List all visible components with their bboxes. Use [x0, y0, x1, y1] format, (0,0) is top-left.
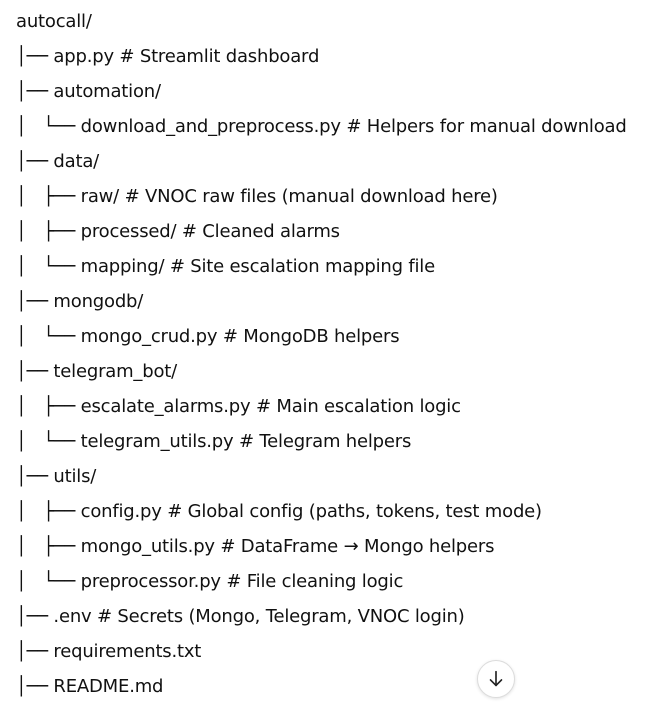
tree-line-mongo-utils: │ ├── mongo_utils.py # DataFrame → Mongo… [16, 536, 495, 557]
tree-line-mapping: │ └── mapping/ # Site escalation mapping… [16, 256, 435, 277]
arrow-down-icon [489, 670, 503, 687]
scroll-to-bottom-button[interactable] [477, 660, 515, 698]
tree-line-utils: │── utils/ [16, 466, 97, 487]
tree-line-telegram-bot: │── telegram_bot/ [16, 361, 177, 382]
tree-line-requirements: │── requirements.txt [16, 641, 202, 662]
tree-line-app-py: │── app.py # Streamlit dashboard [16, 46, 320, 67]
tree-line-env: │── .env # Secrets (Mongo, Telegram, VNO… [16, 606, 465, 627]
tree-line-automation: │── automation/ [16, 81, 161, 102]
tree-line-raw: │ ├── raw/ # VNOC raw files (manual down… [16, 186, 498, 207]
tree-line-escalate-alarms: │ ├── escalate_alarms.py # Main escalati… [16, 396, 461, 417]
tree-line-download-and-preprocess: │ └── download_and_preprocess.py # Helpe… [16, 116, 627, 137]
file-tree: autocall/ │── app.py # Streamlit dashboa… [16, 4, 646, 704]
tree-line-data: │── data/ [16, 151, 100, 172]
tree-line-telegram-utils: │ └── telegram_utils.py # Telegram helpe… [16, 431, 412, 452]
tree-line-config: │ ├── config.py # Global config (paths, … [16, 501, 542, 522]
tree-line-processed: │ ├── processed/ # Cleaned alarms [16, 221, 340, 242]
tree-line-mongodb: │── mongodb/ [16, 291, 144, 312]
tree-line-root: autocall/ [16, 11, 92, 32]
tree-line-readme: │── README.md [16, 676, 164, 697]
tree-line-preprocessor: │ └── preprocessor.py # File cleaning lo… [16, 571, 404, 592]
tree-line-mongo-crud: │ └── mongo_crud.py # MongoDB helpers [16, 326, 400, 347]
